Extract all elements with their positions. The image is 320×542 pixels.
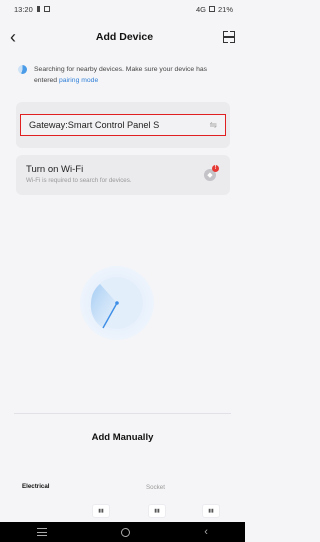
gateway-selector[interactable]: Gateway:Smart Control Panel S ⇋ <box>20 114 226 136</box>
category-electrical[interactable]: Electrical <box>22 483 50 490</box>
wifi-card[interactable]: Turn on Wi-Fi Wi-Fi is required to searc… <box>16 155 230 195</box>
status-bar: 13:20 4G 21% <box>0 0 245 18</box>
wifi-title: Turn on Wi-Fi <box>26 164 84 175</box>
page-title: Add Device <box>95 31 154 43</box>
socket-icon[interactable]: ▮▮ <box>92 504 110 518</box>
category-list: Electrical Socket ▮▮ ▮▮ ▮▮ <box>0 480 245 520</box>
divider <box>14 413 231 414</box>
gateway-card: Gateway:Smart Control Panel S ⇋ <box>16 102 230 148</box>
searching-message: Searching for nearby devices. Make sure … <box>18 64 231 86</box>
status-right: 4G 21% <box>196 5 233 14</box>
screen-icon <box>43 6 50 12</box>
category-socket[interactable]: Socket <box>146 484 165 491</box>
chevron-left-icon[interactable]: ‹ <box>10 28 26 46</box>
swap-icon[interactable]: ⇋ <box>209 120 217 131</box>
loading-spinner-icon <box>18 65 27 74</box>
signal-icon <box>208 6 215 12</box>
battery-level: 21% <box>217 4 233 14</box>
status-left: 13:20 <box>14 5 50 14</box>
wifi-subtitle: Wi-Fi is required to search for devices. <box>26 177 132 184</box>
add-manually-title: Add Manually <box>91 432 154 443</box>
socket-icon[interactable]: ▮▮ <box>202 504 220 518</box>
back-icon[interactable]: ‹ <box>204 526 208 538</box>
radar-scan-icon <box>80 266 154 340</box>
alert-badge: ! <box>212 165 219 172</box>
status-time: 13:20 <box>14 4 33 14</box>
gateway-label: Gateway:Smart Control Panel S <box>29 120 160 130</box>
network-label: 4G <box>195 4 206 14</box>
home-icon[interactable] <box>121 527 131 537</box>
notification-icon <box>36 6 40 12</box>
scan-icon[interactable] <box>223 31 235 43</box>
pairing-mode-link[interactable]: pairing mode <box>59 77 98 84</box>
nav-bar: ‹ Add Device <box>0 24 245 50</box>
menu-icon[interactable] <box>37 528 48 536</box>
system-nav-bar: ‹ <box>0 522 245 542</box>
socket-icon[interactable]: ▮▮ <box>148 504 166 518</box>
